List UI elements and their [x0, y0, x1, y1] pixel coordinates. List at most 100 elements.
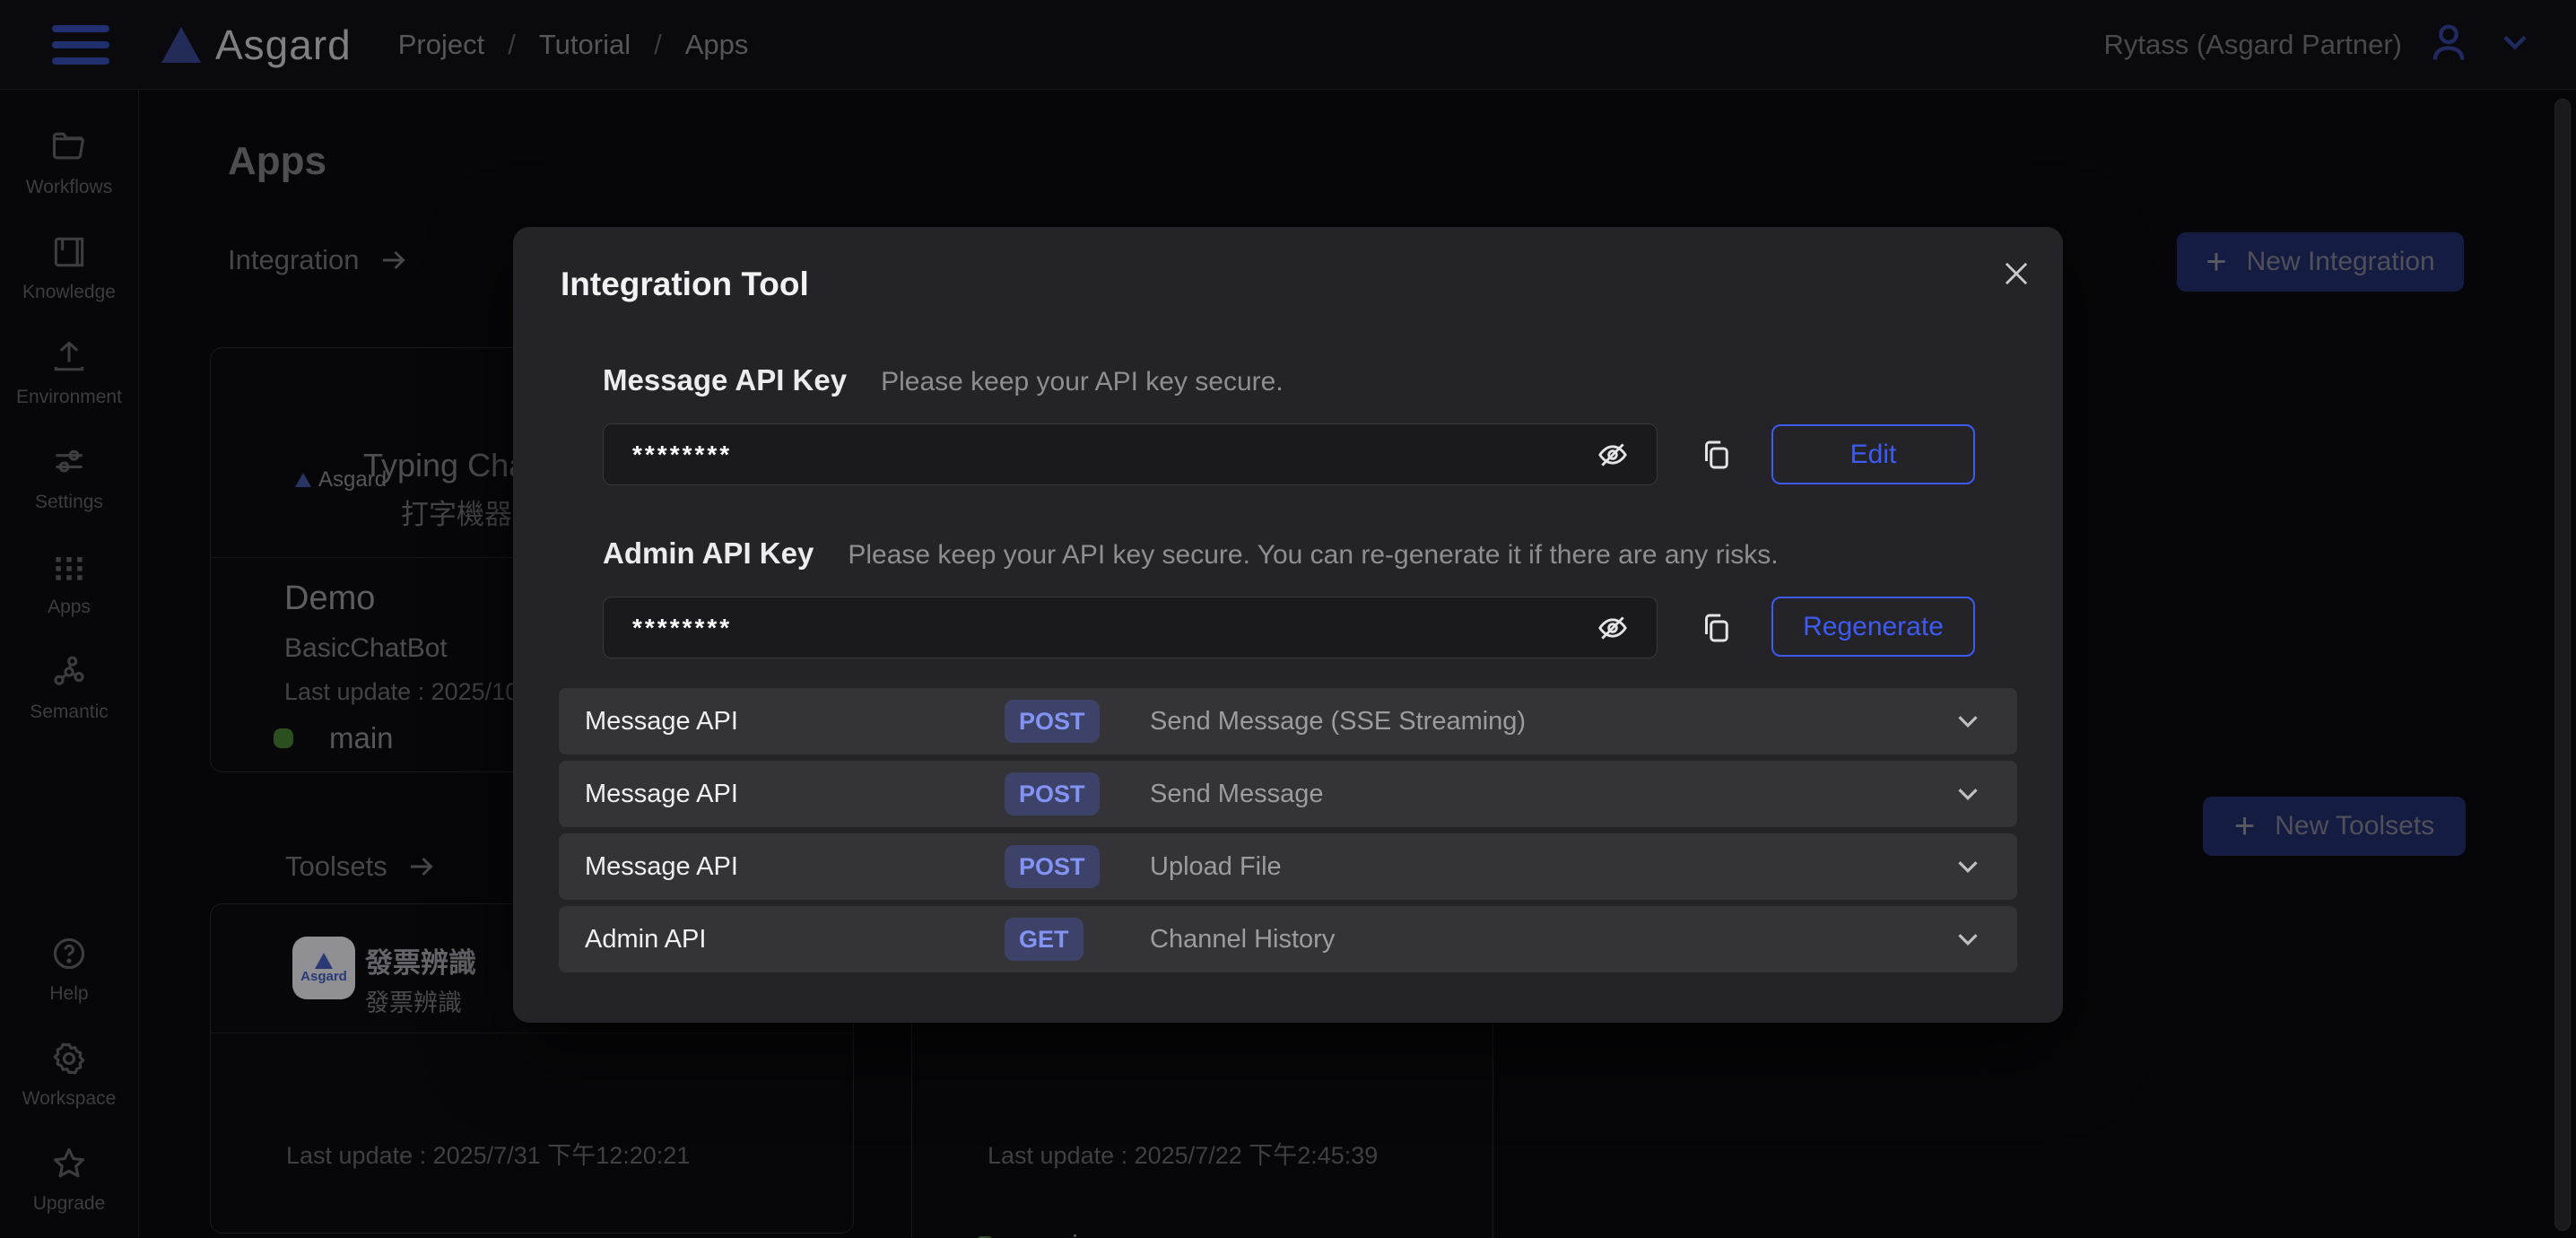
new-integration-button[interactable]: + New Integration [2177, 232, 2464, 292]
sidebar-item-label: Upgrade [33, 1193, 106, 1215]
endpoint-row-upload-file[interactable]: Message API POST Upload File [559, 833, 2017, 900]
admin-api-key-hint: Please keep your API key secure. You can… [848, 540, 1778, 571]
method-badge: POST [1005, 845, 1100, 888]
endpoint-api: Message API [585, 780, 738, 809]
integration-section-label: Integration [228, 244, 360, 276]
asgard-triangle-logo [315, 953, 333, 969]
chevron-down-icon[interactable] [1951, 922, 1985, 956]
toolsets-section-link[interactable]: Toolsets [285, 850, 438, 883]
breadcrumb-separator: / [508, 29, 516, 61]
sliders-icon [49, 442, 89, 486]
toolset-asgard-icon: Asgard [292, 937, 355, 999]
page-scrollbar[interactable] [2554, 99, 2571, 1231]
sidebar-item-upgrade[interactable]: Upgrade [33, 1144, 106, 1215]
new-toolsets-button[interactable]: + New Toolsets [2203, 797, 2466, 856]
sidebar-item-label: Workflows [26, 177, 112, 198]
sidebar-item-knowledge[interactable]: Knowledge [22, 232, 116, 303]
breadcrumb: Project / Tutorial / Apps [398, 29, 749, 61]
endpoint-row-send-message[interactable]: Message API POST Send Message [559, 761, 2017, 827]
message-api-key-label: Message API Key [603, 363, 847, 397]
endpoint-row-channel-history[interactable]: Admin API GET Channel History [559, 906, 2017, 972]
breadcrumb-project[interactable]: Project [398, 29, 484, 61]
sidebar-item-settings[interactable]: Settings [35, 442, 103, 513]
copy-icon[interactable] [1693, 432, 1739, 478]
folder-icon [49, 127, 89, 171]
branch-status-dot [274, 728, 293, 748]
chevron-down-icon[interactable] [1951, 704, 1985, 738]
sidebar-item-label: Apps [48, 597, 91, 618]
edit-button[interactable]: Edit [1771, 424, 1975, 484]
sidebar-item-apps[interactable]: Apps [48, 547, 91, 618]
branch-row: main [975, 1229, 1095, 1238]
environment-type: BasicChatBot [284, 633, 448, 664]
branch-name: main [1031, 1229, 1095, 1238]
toolset-subtitle: 發票辨識 [365, 983, 462, 1018]
endpoint-name: Channel History [1150, 925, 1335, 955]
grid-dots-icon [49, 547, 89, 591]
sidebar-item-semantic[interactable]: Semantic [30, 652, 109, 723]
page-title: Apps [228, 139, 326, 184]
message-api-key-header: Message API Key Please keep your API key… [603, 363, 1284, 397]
sidebar-item-workflows[interactable]: Workflows [26, 127, 112, 198]
chevron-down-icon[interactable] [1951, 777, 1985, 811]
endpoint-name: Send Message [1150, 780, 1323, 809]
sidebar-item-label: Knowledge [22, 282, 116, 303]
toolsets-section-label: Toolsets [285, 850, 387, 883]
brand[interactable]: Asgard [161, 21, 352, 69]
top-navbar: Asgard Project / Tutorial / Apps Rytass … [0, 0, 2576, 90]
chevron-down-icon[interactable] [1951, 850, 1985, 884]
close-icon[interactable] [1991, 248, 2041, 299]
admin-api-key-field [603, 597, 1658, 658]
upload-icon [49, 337, 89, 381]
endpoint-list: Message API POST Send Message (SSE Strea… [559, 688, 2017, 972]
breadcrumb-apps[interactable]: Apps [685, 29, 749, 61]
regenerate-button[interactable]: Regenerate [1771, 597, 1975, 657]
star-icon [49, 1144, 89, 1188]
asgard-app: Asgard Project / Tutorial / Apps Rytass … [0, 0, 2576, 1238]
endpoint-name: Send Message (SSE Streaming) [1150, 707, 1526, 737]
app-card-title: Typing Chat [363, 447, 535, 484]
method-badge: POST [1005, 772, 1100, 815]
branch-row: main [274, 721, 394, 755]
user-icon[interactable] [2425, 19, 2472, 70]
admin-api-key-input[interactable] [603, 597, 1658, 658]
endpoint-row-send-message-sse[interactable]: Message API POST Send Message (SSE Strea… [559, 688, 2017, 754]
hamburger-menu-icon[interactable] [52, 25, 109, 65]
sidebar-item-environment[interactable]: Environment [16, 337, 122, 408]
endpoint-api: Message API [585, 852, 738, 882]
toolset-icon-brand: Asgard [300, 969, 347, 984]
account-area: Rytass (Asgard Partner) [2104, 19, 2536, 70]
last-update-text: Last update : 2025/10/3 [284, 678, 539, 706]
method-badge: GET [1005, 918, 1083, 961]
message-api-key-input[interactable] [603, 423, 1658, 485]
modal-title: Integration Tool [561, 266, 809, 303]
eye-off-icon[interactable] [1593, 435, 1632, 475]
asgard-triangle-logo [161, 27, 201, 63]
arrow-right-icon [405, 850, 438, 883]
admin-api-key-label: Admin API Key [603, 536, 814, 571]
account-name: Rytass (Asgard Partner) [2104, 29, 2403, 61]
eye-off-icon[interactable] [1593, 608, 1632, 648]
sidebar-item-label: Help [49, 983, 88, 1005]
left-sidebar: Workflows Knowledge Environment Settings… [0, 90, 139, 1238]
sidebar-item-label: Semantic [30, 702, 109, 723]
new-integration-label: New Integration [2247, 247, 2435, 277]
chevron-down-icon[interactable] [2495, 22, 2535, 66]
message-api-key-field [603, 423, 1658, 485]
sidebar-item-workspace[interactable]: Workspace [22, 1039, 117, 1110]
endpoint-api: Message API [585, 707, 738, 737]
method-badge: POST [1005, 700, 1100, 743]
sidebar-item-label: Workspace [22, 1088, 117, 1110]
copy-icon[interactable] [1693, 605, 1739, 651]
sidebar-item-label: Settings [35, 492, 103, 513]
sidebar-item-help[interactable]: Help [49, 934, 89, 1005]
integration-section-link[interactable]: Integration [228, 244, 410, 276]
new-toolsets-label: New Toolsets [2275, 811, 2434, 841]
message-api-key-hint: Please keep your API key secure. [881, 367, 1284, 397]
sidebar-footer-group: Help Workspace Upgrade [0, 934, 138, 1215]
arrow-right-icon [378, 244, 410, 276]
branch-name: main [329, 1234, 394, 1238]
breadcrumb-tutorial[interactable]: Tutorial [539, 29, 631, 61]
endpoint-name: Upload File [1150, 852, 1282, 882]
sidebar-main-group: Workflows Knowledge Environment Settings… [0, 90, 138, 723]
